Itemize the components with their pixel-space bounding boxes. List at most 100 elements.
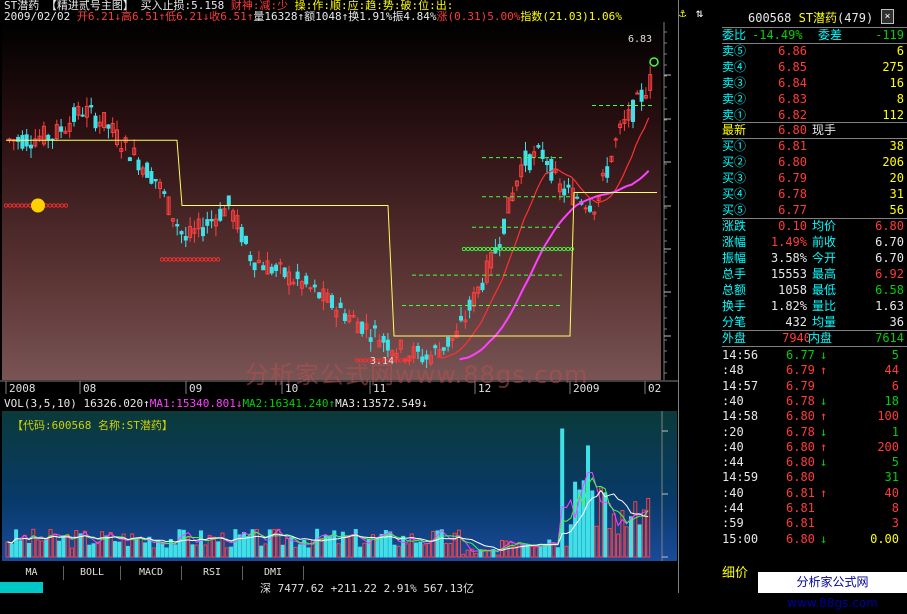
volume-bar: [547, 539, 552, 558]
volume-bar: [276, 528, 281, 558]
tab-ma[interactable]: MA: [0, 566, 64, 580]
candle-body: [502, 218, 506, 234]
buy-level-row[interactable]: 买① 6.81 38: [722, 138, 907, 154]
signal-dot: [199, 257, 205, 262]
sell-level-row[interactable]: 卖⑤ 6.86 6: [722, 43, 907, 59]
candle-body: [497, 244, 502, 248]
signal-dot: [207, 257, 213, 262]
info-segment: MA1:15340.801↓: [149, 397, 243, 410]
stock-code: 600568: [748, 11, 792, 25]
volume-bar: [27, 542, 31, 558]
signal-dot: [19, 203, 25, 208]
price-plot-area[interactable]: 3.14 6.83: [2, 22, 661, 382]
volume-bar: [646, 497, 651, 558]
volume-plot-area[interactable]: 【代码:600568 名称:ST潜药】 40000200000: [2, 411, 719, 564]
chart-panel[interactable]: ST潜药 【精进贰号主图】 买入止损:5.158 财神:减:少 操:作:顺:应:…: [0, 0, 721, 595]
site-banner[interactable]: 分析家公式网www.88gs.com: [758, 572, 907, 610]
volume-bar: [624, 526, 629, 558]
candle-body: [373, 325, 377, 329]
volume-bar: [465, 549, 470, 558]
volume-bar: [164, 547, 169, 558]
volume-bar: [280, 544, 285, 558]
signal-dot: [167, 257, 173, 262]
volume-bar: [211, 536, 216, 558]
volume-bar: [560, 428, 565, 558]
buy-level-row[interactable]: 买④ 6.78 31: [722, 186, 907, 202]
candle-body: [360, 321, 365, 334]
volume-bar: [117, 541, 122, 558]
volume-bar: [418, 541, 423, 558]
candle-body: [218, 208, 223, 221]
candle-body: [252, 262, 257, 271]
tick-row: 14:58 6.80 ↑ 100: [722, 409, 899, 424]
volume-bar: [448, 543, 453, 558]
volume-bar: [629, 516, 633, 558]
info-segment: 量16328↑: [253, 10, 305, 22]
volume-bar: [358, 546, 363, 558]
volume-bar: [229, 546, 234, 558]
signal-dot: [183, 257, 189, 262]
sell-level-row[interactable]: 卖① 6.82 112: [722, 107, 907, 123]
signal-dot: [477, 246, 483, 252]
volume-bar: [224, 547, 229, 558]
volume-bar: [452, 532, 457, 558]
volume-bar: [641, 509, 646, 558]
tick-row: :40 6.81 ↑ 40: [722, 485, 899, 500]
signal-dot: [505, 246, 511, 252]
tick-row: 14:57 6.79 6: [722, 378, 899, 393]
signal-dot: [501, 246, 507, 252]
volume-bar: [5, 541, 10, 558]
volume-bar: [125, 545, 130, 558]
volume-bar: [555, 547, 560, 558]
close-icon[interactable]: ×: [881, 9, 894, 24]
signal-dot: [537, 246, 543, 252]
candle-body: [261, 265, 266, 271]
tick-row: :20 6.78 ↓ 1: [722, 424, 899, 439]
tick-row: :40 6.80 ↑ 200: [722, 439, 899, 454]
high-price-marker: 6.83: [628, 34, 652, 45]
candle-body: [536, 145, 541, 148]
status-block: [0, 582, 43, 593]
candle-body: [381, 335, 386, 343]
candle-body: [433, 345, 438, 349]
tab-boll[interactable]: BOLL: [64, 566, 121, 580]
signal-dot: [517, 246, 523, 252]
candle-body: [127, 157, 132, 162]
sell-level-row[interactable]: 卖② 6.83 8: [722, 91, 907, 107]
info-segment: 涨(0.31)5.00%: [436, 10, 521, 22]
volume-bar: [18, 540, 23, 558]
volume-indicator-header: VOL(3,5,10) 16326.020↑MA1:15340.801↓MA2:…: [0, 396, 678, 410]
volume-bar: [422, 544, 427, 558]
sell-level-row[interactable]: 卖④ 6.85 275: [722, 59, 907, 75]
tab-macd[interactable]: MACD: [121, 566, 182, 580]
candle-body: [338, 302, 343, 309]
tab-dmi[interactable]: DMI: [243, 566, 304, 580]
stat-row: 总手 15553 最高 6.92: [722, 267, 904, 281]
date-tick-label: 02: [648, 382, 661, 395]
signal-dot: [211, 257, 217, 262]
signal-dot: [187, 257, 193, 262]
tab-rsi[interactable]: RSI: [182, 566, 243, 580]
stock-name: ST潜药: [798, 11, 838, 25]
signal-dot: [545, 246, 551, 252]
volume-chart[interactable]: 40000200000: [2, 411, 719, 564]
buy-level-row[interactable]: 买⑤ 6.77 56: [722, 202, 907, 218]
candle-body: [639, 89, 644, 102]
volume-bar: [508, 541, 513, 558]
volume-bar: [242, 531, 246, 558]
candle-body: [304, 275, 309, 285]
tick-row: :40 6.78 ↓ 18: [722, 393, 899, 408]
volume-bar: [199, 530, 203, 558]
buy-level-row[interactable]: 买② 6.80 206: [722, 154, 907, 170]
buy-level-row[interactable]: 买③ 6.79 20: [722, 170, 907, 186]
volume-bar: [517, 542, 522, 558]
info-segment: 指数(21.03)1.06%: [520, 10, 622, 22]
signal-dot: [521, 246, 527, 252]
weibi-row: 委比 -14.49% 委差 -119: [722, 28, 904, 42]
candlestick-chart[interactable]: 3.146.83: [2, 22, 661, 382]
sell-level-row[interactable]: 卖③ 6.84 16: [722, 75, 907, 91]
signal-dot: [3, 203, 9, 208]
volume-bar: [590, 490, 595, 558]
latest-row: 最新 6.80 现手: [722, 123, 837, 137]
volume-bar: [315, 528, 320, 558]
